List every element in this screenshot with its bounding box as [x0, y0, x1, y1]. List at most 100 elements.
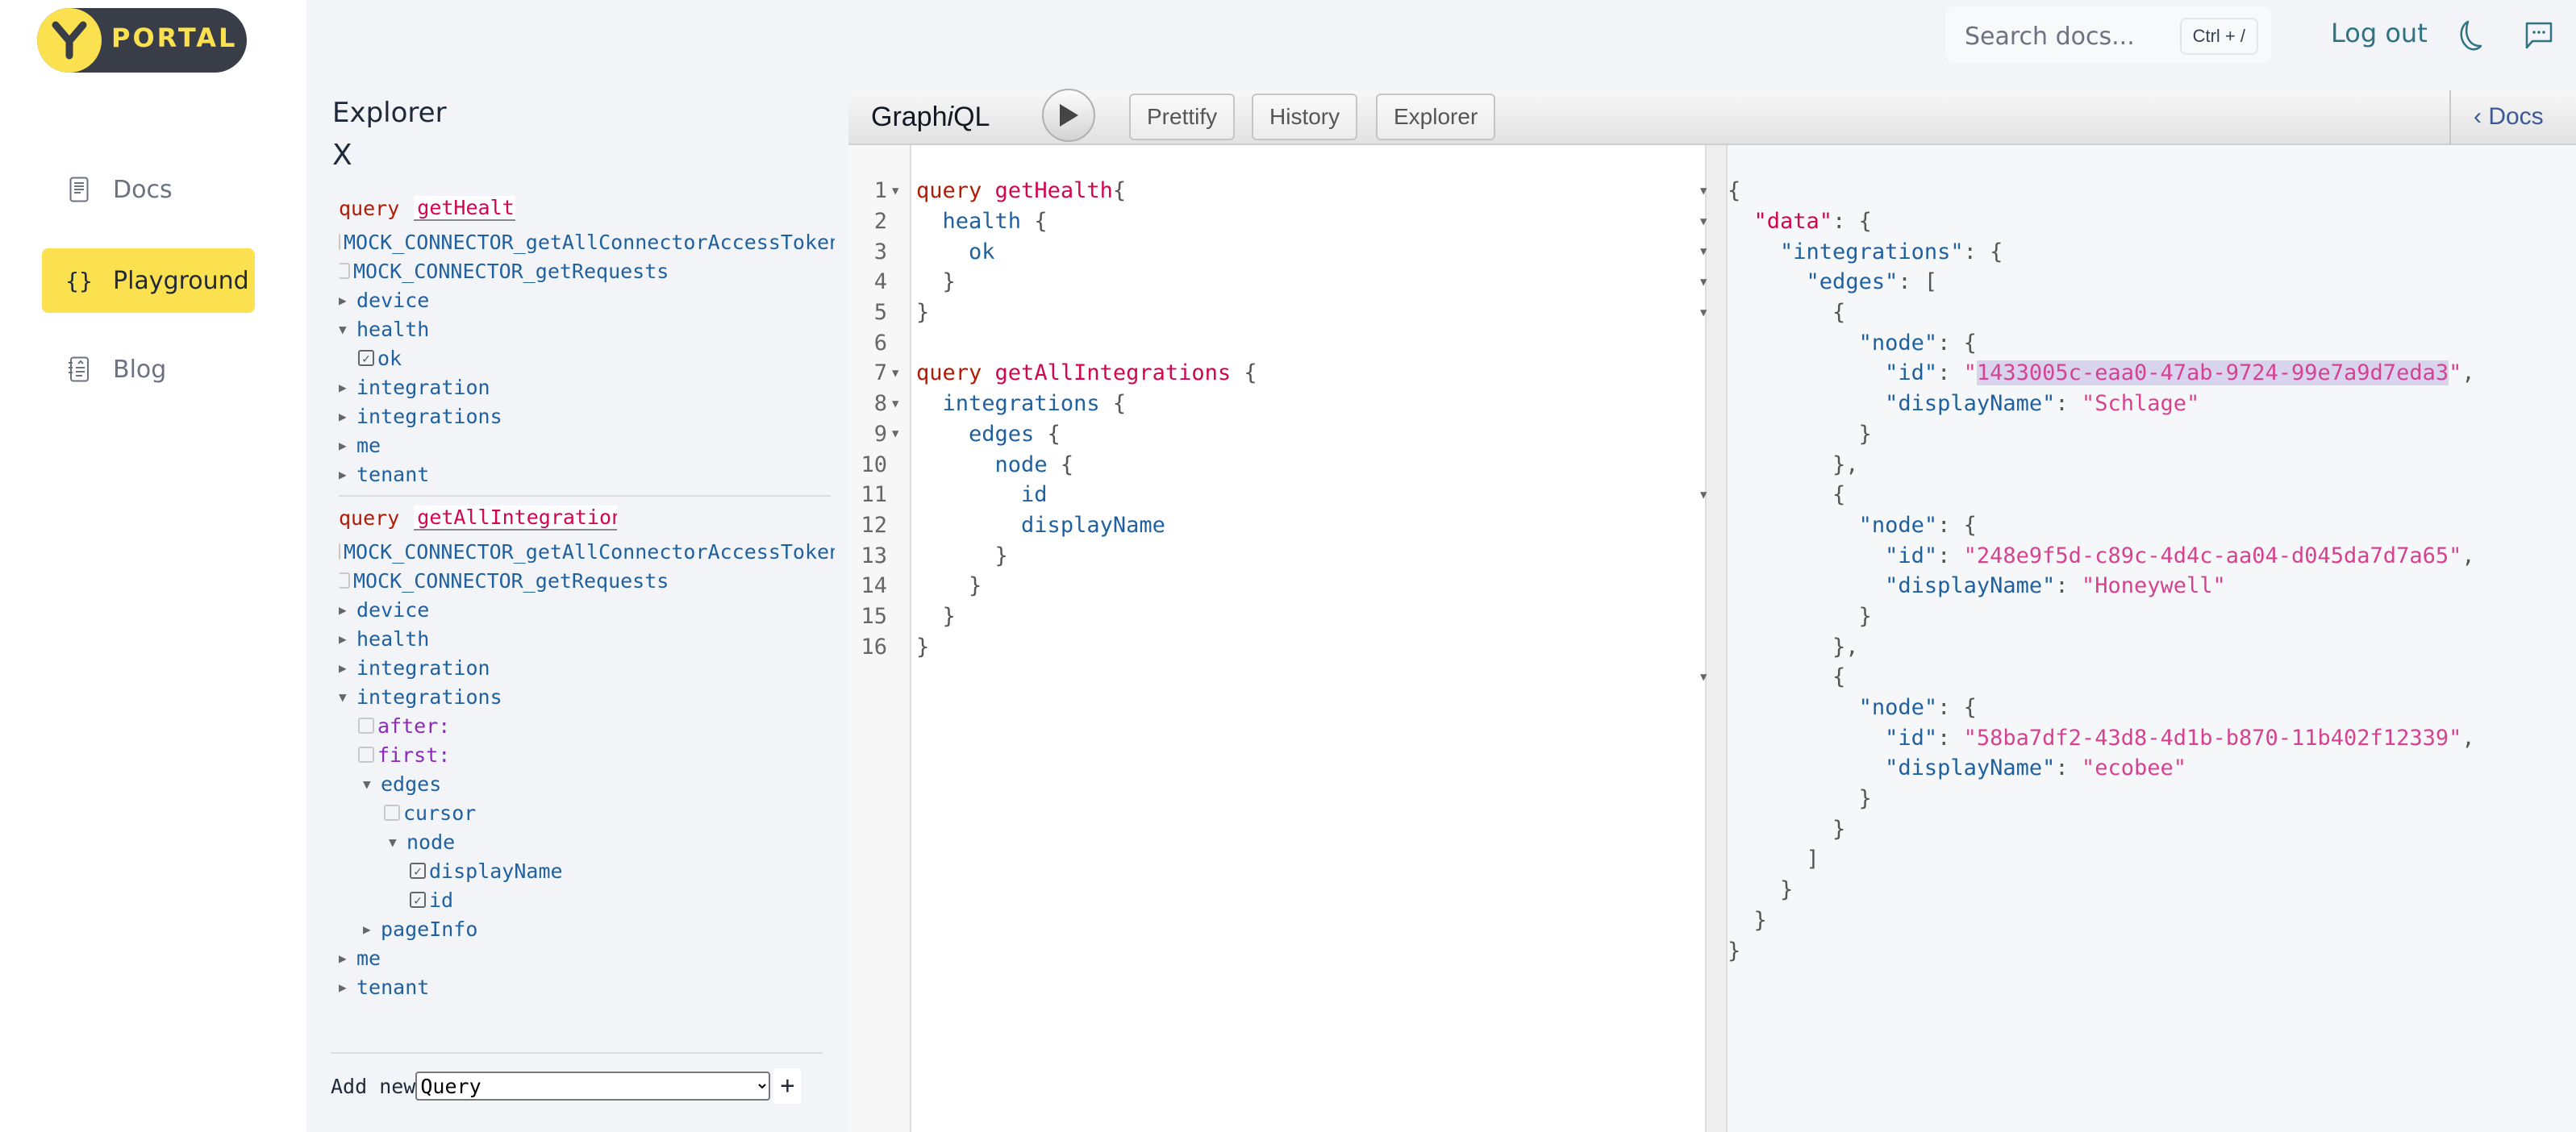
- field-label: tenant: [356, 462, 430, 486]
- nav-item-docs[interactable]: Docs: [42, 157, 255, 222]
- logout-link[interactable]: Log out: [2331, 18, 2428, 48]
- explorer-argument[interactable]: after:: [339, 711, 835, 740]
- explorer-field[interactable]: cursor: [339, 798, 835, 827]
- explorer-field[interactable]: MOCK_CONNECTOR_getAllConnectorAccessToke…: [339, 537, 835, 566]
- caret-right-icon[interactable]: ▶: [339, 951, 356, 966]
- caret-right-icon[interactable]: ▶: [339, 631, 356, 647]
- checkbox[interactable]: [358, 747, 374, 763]
- explorer-field[interactable]: MOCK_CONNECTOR_getAllConnectorAccessToke…: [339, 227, 835, 256]
- explorer-field[interactable]: ▶ integrations: [339, 402, 835, 431]
- explorer-field[interactable]: ▼ integrations: [339, 682, 835, 711]
- field-label: device: [356, 288, 430, 312]
- search-docs-input[interactable]: Search docs... Ctrl + /: [1945, 6, 2271, 63]
- fold-icon[interactable]: ▼: [1700, 276, 1728, 289]
- result-displayname-value: Schlage: [2095, 391, 2186, 417]
- caret-right-icon[interactable]: ▶: [339, 438, 356, 453]
- docs-explorer-button[interactable]: ‹ Docs: [2474, 103, 2544, 131]
- explorer-field[interactable]: ▼ edges: [339, 769, 835, 798]
- explorer-field[interactable]: ▼ health: [339, 314, 835, 343]
- checkbox[interactable]: [339, 543, 340, 560]
- fold-icon[interactable]: ▼: [1700, 489, 1728, 501]
- caret-down-icon[interactable]: ▼: [389, 834, 406, 850]
- explorer-field[interactable]: ▶ pageInfo: [339, 914, 835, 943]
- field-label: me: [356, 946, 381, 970]
- explorer-argument[interactable]: first:: [339, 740, 835, 769]
- checkbox[interactable]: [339, 572, 350, 589]
- explorer-field[interactable]: ▶ health: [339, 624, 835, 653]
- result-row: "displayName": "Honeywell": [1885, 573, 2226, 599]
- explorer-field[interactable]: ✓ displayName: [339, 856, 835, 885]
- caret-right-icon[interactable]: ▶: [339, 293, 356, 308]
- operation-name-input[interactable]: getHealth: [414, 195, 516, 221]
- query-editor[interactable]: 1 ▼ query getHealth{ 2 health { 3 ok 4 } 5…: [848, 145, 1705, 1132]
- caret-down-icon[interactable]: ▼: [363, 776, 381, 792]
- field-label: node: [406, 830, 456, 854]
- fold-icon[interactable]: ▼: [887, 367, 911, 380]
- caret-right-icon[interactable]: ▶: [363, 922, 381, 937]
- caret-right-icon[interactable]: ▶: [339, 467, 356, 482]
- explorer-field[interactable]: ▶ tenant: [339, 972, 835, 1001]
- explorer-field[interactable]: ▶ me: [339, 943, 835, 972]
- checkbox[interactable]: [339, 234, 340, 250]
- fold-icon[interactable]: ▼: [1700, 185, 1728, 198]
- query-code[interactable]: 1 ▼ query getHealth{ 2 health { 3 ok 4 } 5…: [848, 176, 1257, 662]
- fold-icon[interactable]: ▼: [887, 427, 911, 440]
- caret-right-icon[interactable]: ▶: [339, 380, 356, 395]
- prettify-button[interactable]: Prettify: [1129, 94, 1236, 140]
- moon-icon[interactable]: [2453, 19, 2482, 52]
- checkbox[interactable]: [358, 718, 374, 734]
- portal-logo[interactable]: PORTAL: [37, 8, 247, 73]
- field-label: id: [429, 888, 454, 912]
- result-id-value[interactable]: 1433005c-eaa0-47ab-9724-99e7a9d7eda3: [1976, 360, 2449, 386]
- execute-query-button[interactable]: [1042, 89, 1095, 142]
- chat-icon[interactable]: [2524, 21, 2553, 50]
- explorer-field[interactable]: MOCK_CONNECTOR_getRequests: [339, 256, 835, 285]
- explorer-field[interactable]: MOCK_CONNECTOR_getRequests: [339, 566, 835, 595]
- nav-item-playground[interactable]: {} Playground: [42, 248, 255, 313]
- divider: [2449, 90, 2451, 145]
- explorer-field[interactable]: ✓ id: [339, 885, 835, 914]
- play-icon: [1060, 104, 1078, 127]
- fold-icon[interactable]: ▼: [887, 185, 911, 198]
- close-icon[interactable]: X: [332, 139, 352, 172]
- explorer-field[interactable]: ▶ me: [339, 431, 835, 460]
- fold-icon[interactable]: ▼: [1700, 245, 1728, 258]
- fold-icon[interactable]: ▼: [1700, 215, 1728, 228]
- explorer-field[interactable]: ▶ tenant: [339, 460, 835, 489]
- add-operation-button[interactable]: +: [773, 1068, 802, 1104]
- caret-right-icon[interactable]: ▶: [339, 980, 356, 995]
- caret-right-icon[interactable]: ▶: [339, 660, 356, 676]
- explorer-field[interactable]: ▶ device: [339, 595, 835, 624]
- field-label: MOCK_CONNECTOR_getAllConnectorAccessToke…: [344, 230, 835, 254]
- field-label: device: [356, 597, 430, 622]
- result-row: "displayName": "ecobee": [1885, 755, 2186, 781]
- explorer-button[interactable]: Explorer: [1376, 94, 1496, 140]
- explorer-operation: query getAllIntegrations MOCK_CONNECTOR_…: [339, 501, 835, 1001]
- explorer-field[interactable]: ▼ node: [339, 827, 835, 856]
- operation-name-input[interactable]: getAllIntegrations: [414, 505, 618, 531]
- checkbox-checked[interactable]: ✓: [410, 892, 426, 908]
- fold-icon[interactable]: ▼: [1700, 306, 1728, 319]
- fold-icon[interactable]: ▼: [887, 397, 911, 410]
- caret-down-icon[interactable]: ▼: [339, 689, 356, 705]
- caret-right-icon[interactable]: ▶: [339, 409, 356, 424]
- caret-down-icon[interactable]: ▼: [339, 322, 356, 337]
- operation-type-select[interactable]: Query: [415, 1072, 771, 1101]
- divider: [331, 1052, 823, 1054]
- explorer-field[interactable]: ▶ device: [339, 285, 835, 314]
- explorer-panel: Explorer X query getHealth MOCK_CONNECTO…: [315, 89, 839, 1132]
- caret-right-icon[interactable]: ▶: [339, 602, 356, 618]
- field-label: integration: [356, 375, 490, 399]
- explorer-field[interactable]: ✓ ok: [339, 343, 835, 372]
- field-label: displayName: [429, 859, 563, 883]
- nav-item-blog[interactable]: Blog: [42, 337, 255, 402]
- checkbox-checked[interactable]: ✓: [410, 863, 426, 879]
- graphiql-toolbar: GraphiQL Prettify History Explorer ‹ Doc…: [848, 89, 2576, 145]
- history-button[interactable]: History: [1252, 94, 1358, 140]
- checkbox[interactable]: [384, 805, 400, 821]
- explorer-field[interactable]: ▶ integration: [339, 372, 835, 402]
- checkbox-checked[interactable]: ✓: [358, 350, 374, 366]
- explorer-field[interactable]: ▶ integration: [339, 653, 835, 682]
- checkbox[interactable]: [339, 263, 350, 279]
- fold-icon[interactable]: ▼: [1700, 671, 1728, 684]
